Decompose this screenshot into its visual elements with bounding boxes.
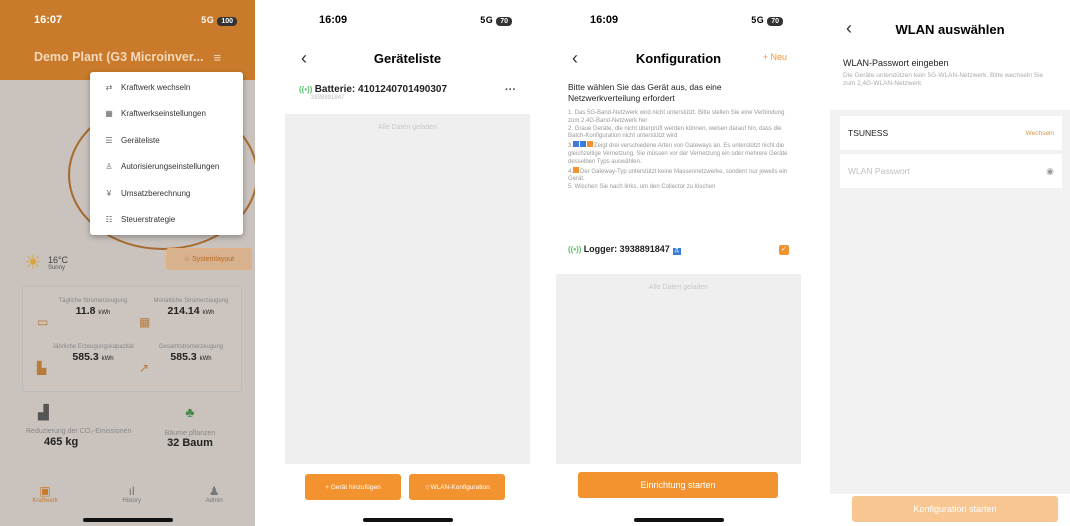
plant-selector[interactable]: Demo Plant (G3 Microinver... ≡ [0,40,255,74]
gateway-type-icon [573,166,580,173]
eye-icon[interactable]: ◉ [1046,166,1054,177]
password-field[interactable]: WLAN Passwort [848,166,910,176]
add-device-button[interactable]: + Gerät hinzufügen [305,474,401,500]
menu-item-revenue[interactable]: ¥ Umsatzberechnung [90,180,243,207]
weather-label: Sunny [47,264,65,271]
list-icon: ☰ [105,135,113,145]
stat-monthly: Monatliche Stromerzeugung 214.14 kWh [153,298,229,317]
gateway-type-icon [587,141,594,148]
status-signal: 5G 100 [201,14,237,26]
factory-icon: ▟ [38,404,49,420]
tab-plant[interactable]: ▣ Kraftwerk [32,484,57,504]
screen-device-list: 16:09 5G 70 ‹ Geräteliste ((•)) Batterie:… [285,0,530,526]
back-chevron-icon[interactable]: ‹ [301,48,307,69]
calendar-day-icon: ▭ [37,315,49,329]
swap-icon: ⇄ [105,82,113,92]
back-chevron-icon[interactable]: ‹ [846,18,852,39]
tab-admin[interactable]: ♟ Admin [206,484,223,504]
start-setup-button[interactable]: Einrichtung starten [578,472,778,498]
more-options-icon[interactable]: ··· [505,84,516,101]
password-heading: WLAN-Passwort eingeben [843,58,949,68]
calendar-month-icon: ▦ [139,315,151,329]
all-loaded-text: Alle Daten geladen [377,124,438,131]
device-row-battery[interactable]: ((•)) Batterie: 4101240701490307 3938891… [285,76,530,109]
status-bar: 16:09 5G 70 [285,0,530,40]
signal-icon: ((•)) [568,245,584,254]
gateway-type-icon [573,141,580,148]
strategy-icon: ☷ [105,215,113,225]
start-config-button[interactable]: Konfiguration starten [852,496,1058,522]
screen-plant-overview: 16:07 5G 100 Demo Plant (G3 Microinver...… [0,0,255,526]
page-title: Geräteliste [373,50,442,66]
trend-icon: ↗ [139,361,150,375]
plant-name: Demo Plant (G3 Microinver... [33,50,204,64]
trees-card: ♣ Bäume pflanzen 32 Baum [150,404,230,478]
co2-card: ▟ Reduzierung der CO₂-Emissionen 465 kg [26,404,136,478]
dropdown-menu: ⇄ Kraftwerk wechseln ▦ Kraftwerkseinstellu… [90,72,243,235]
logger-row[interactable]: ((•)) Logger: 3938891847 ⎍ ✓ [556,236,801,263]
menu-item-authorization[interactable]: ♙ Autorisierungseinstellungen [90,154,243,181]
home-indicator [633,518,724,522]
bar-chart-icon: ▙ [37,361,47,375]
gateway-type-icon [580,141,587,148]
password-row[interactable]: WLAN Passwort ◉ [840,154,1062,188]
page-title: Konfiguration [635,50,722,66]
stat-daily: Tägliche Stromerzeugung 11.8 kWh [58,298,128,317]
home-indicator [362,518,453,522]
screen-wlan-select: ‹ WLAN auswählen WLAN-Passwort eingeben … [830,0,1070,526]
instruction-notes: 1. Das 5G-Band-Netzwerk wird nicht unter… [568,110,788,191]
wlan-config-button[interactable]: ⌔ WLAN-Konfiguration [409,474,505,500]
sun-icon: ☀ [24,252,42,274]
menu-item-switch-plant[interactable]: ⇄ Kraftwerk wechseln [90,74,243,101]
nav-bar: ‹ WLAN auswählen [830,0,1070,58]
header-bar: 16:07 5G 100 Demo Plant (G3 Microinver...… [0,0,255,80]
temperature: 16°C [47,254,69,265]
nav-bar: ‹ Geräteliste [285,40,530,76]
person-icon: ♟ [208,484,220,498]
gateway-badge-icon: ⎍ [672,248,681,255]
battery-icon: 70 [767,17,783,26]
status-bar: 16:09 5G 70 [556,0,801,40]
password-note: Die Geräte unterstützen kein 5G-WLAN-Net… [843,72,1044,87]
stat-yearly: Jährliche Erzeugungskapazität 585.3 kWh [52,344,134,363]
page-title: WLAN auswählen [895,21,1005,37]
logger-checkbox[interactable]: ✓ [779,244,789,255]
back-chevron-icon[interactable]: ‹ [572,48,578,69]
weather-widget: ☀ 16°C Sunny [24,250,68,275]
battery-icon: 100 [217,17,237,26]
tab-history[interactable]: ıl History [122,484,141,504]
list-empty-area: Alle Daten geladen [556,274,801,464]
form-panel: TSUNESS Wechseln WLAN Passwort ◉ [830,110,1070,494]
money-icon: ¥ [106,188,112,198]
screen-configuration: 16:09 5G 70 ‹ Konfiguration + Neu Bitte w… [556,0,801,526]
menu-item-strategy[interactable]: ☷ Steuerstrategie [90,207,243,234]
home-indicator [82,518,173,522]
tree-icon: ♣ [185,404,195,420]
change-network-link[interactable]: Wechseln [1026,130,1054,137]
status-bar: 16:07 5G 100 [0,0,255,40]
all-loaded-text: Alle Daten geladen [648,284,709,291]
hamburger-menu-icon[interactable]: ≡ [213,50,221,65]
menu-item-plant-settings[interactable]: ▦ Kraftwerkseinstellungen [90,101,243,128]
list-empty-area: Alle Daten geladen [285,114,530,464]
signal-icon: ((•)) [299,85,315,94]
instruction-text: Bitte wählen Sie das Gerät aus, das eine… [568,82,722,103]
system-layout-button[interactable]: ♧ Systemlayout [166,248,252,270]
plant-icon: ▣ [39,484,51,498]
user-icon: ♙ [105,162,113,172]
energy-stats-card: ▭ Tägliche Stromerzeugung 11.8 kWh ▦ Mon… [22,286,242,392]
nav-bar: ‹ Konfiguration + Neu [556,40,801,76]
stat-total: Gesamtstromerzeugung 585.3 kWh [158,344,224,363]
ssid-value: TSUNESS [848,128,889,138]
settings-icon: ▦ [105,109,113,119]
layout-icon: ♧ [183,256,193,263]
battery-icon: 70 [496,17,512,26]
menu-item-device-list[interactable]: ☰ Geräteliste [90,127,243,154]
new-button[interactable]: + Neu [763,52,787,62]
ssid-row: TSUNESS Wechseln [840,116,1062,150]
bottom-tab-bar: ▣ Kraftwerk ıl History ♟ Admin [0,484,255,504]
chart-icon: ıl [128,484,135,498]
status-time: 16:07 [34,14,63,26]
